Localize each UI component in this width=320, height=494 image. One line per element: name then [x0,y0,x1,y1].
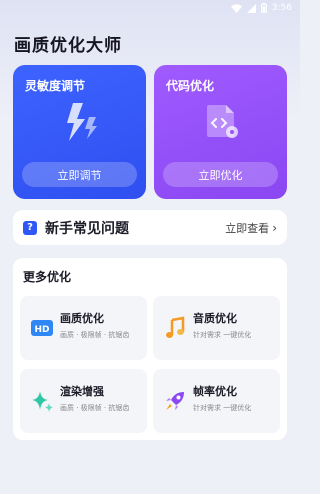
adjust-now-button[interactable]: 立即调节 [22,162,137,187]
rocket-icon [162,388,188,414]
question-icon: ? [23,220,37,235]
sensitivity-card-title: 灵敏度调节 [25,79,86,93]
tile-frame-rate[interactable]: 帧率优化 针对需求 一键优化 [153,369,280,433]
tile-name: 帧率优化 [193,385,237,398]
tile-desc: 画质 · 极限帧 · 抗锯齿 [60,331,130,339]
signal-icon [246,3,256,13]
code-optimize-card[interactable]: 代码优化 立即优化 [154,65,287,199]
faq-label: 新手常见问题 [45,220,129,237]
lightning-icon [59,99,103,143]
tile-name: 渲染增强 [60,385,104,398]
tile-name: 画质优化 [60,312,104,325]
tile-name: 音质优化 [193,312,237,325]
wifi-icon [230,3,242,13]
svg-text:HD: HD [34,325,49,335]
music-note-icon [162,315,188,341]
code-optimize-card-title: 代码优化 [166,79,215,93]
more-optimize-panel: 更多优化 HD 画质优化 画质 · 极限帧 · 抗锯齿 音质优化 针对需求 一键… [13,258,287,440]
tile-render-boost[interactable]: 渲染增强 画质 · 极限帧 · 抗锯齿 [20,369,147,433]
faq-view-link[interactable]: 立即查看 [225,220,269,236]
tile-desc: 画质 · 极限帧 · 抗锯齿 [60,404,130,412]
more-optimize-title: 更多优化 [23,270,72,284]
tile-audio-quality[interactable]: 音质优化 针对需求 一键优化 [153,296,280,360]
code-file-icon [200,99,244,143]
sensitivity-card[interactable]: 灵敏度调节 立即调节 [13,65,146,199]
faq-row[interactable]: ? 新手常见问题 立即查看 › [13,210,287,245]
chevron-right-icon: › [272,220,277,235]
status-time: 3:56 [271,3,292,13]
hd-icon: HD [29,315,55,341]
app-title: 画质优化大师 [14,36,122,56]
sparkle-icon [29,388,55,414]
tile-desc: 针对需求 一键优化 [193,331,252,339]
status-bar: 3:56 [0,0,300,16]
tile-image-quality[interactable]: HD 画质优化 画质 · 极限帧 · 抗锯齿 [20,296,147,360]
battery-icon [260,3,267,13]
optimize-now-button[interactable]: 立即优化 [163,162,278,187]
tile-desc: 针对需求 一键优化 [193,404,252,412]
